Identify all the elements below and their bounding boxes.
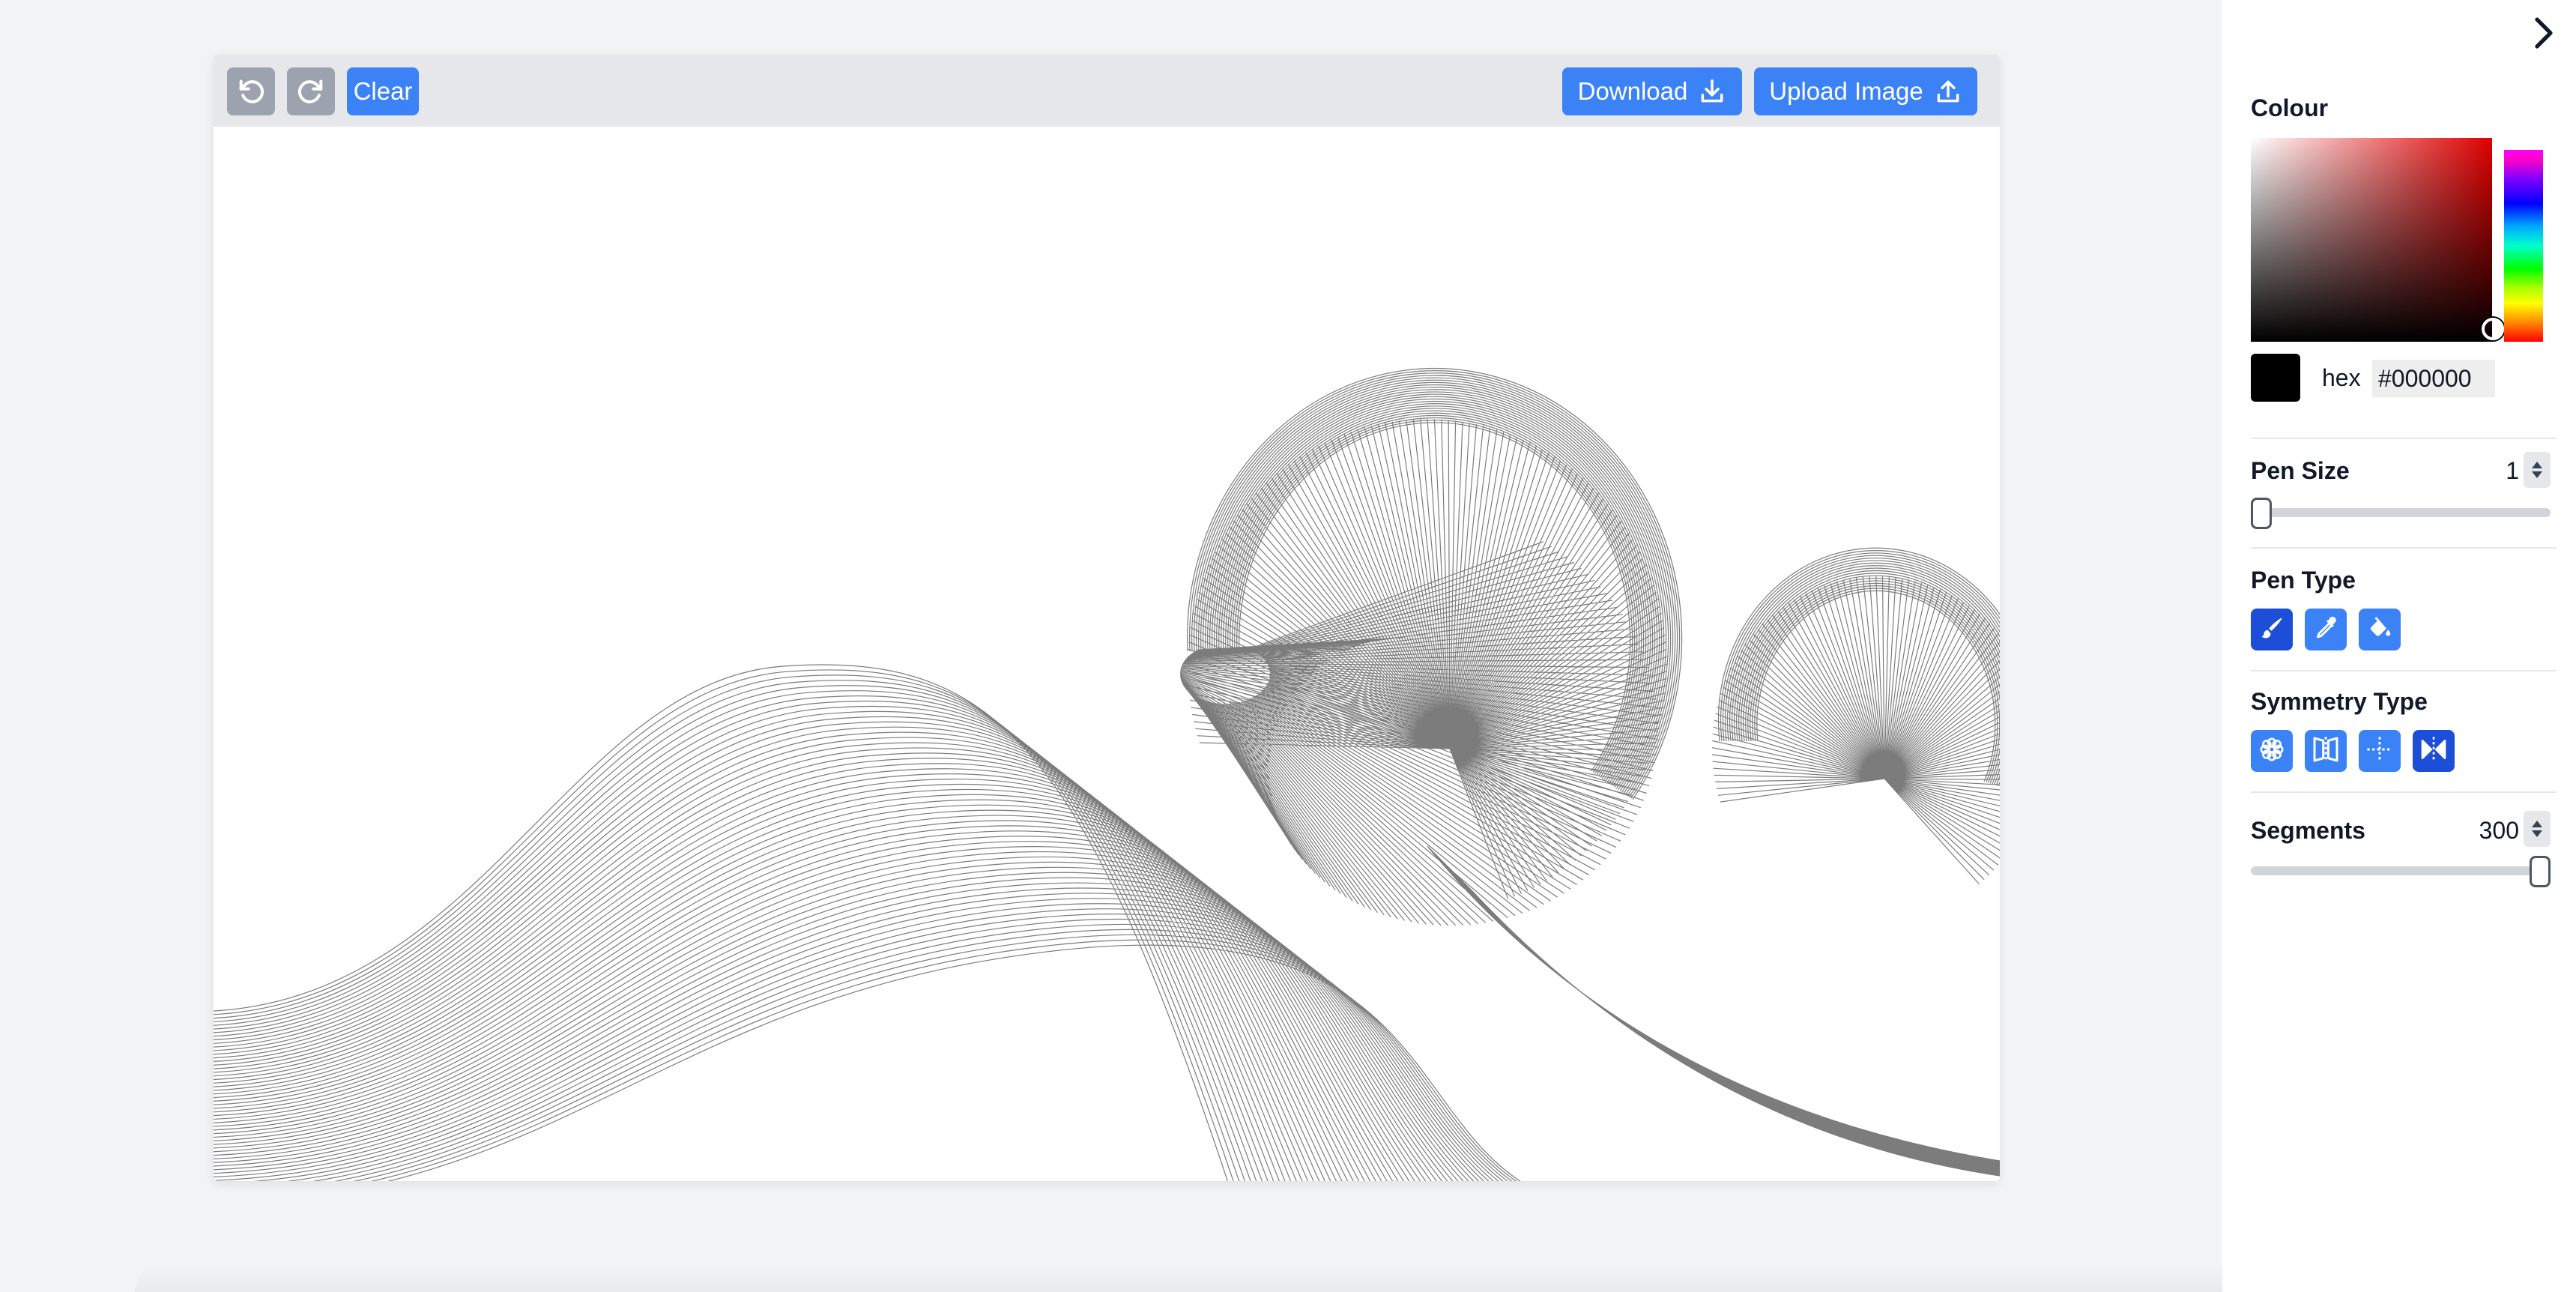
saturation-handle[interactable] [2482,318,2504,340]
undo-icon [236,76,266,106]
pen-type-label: Pen Type [2251,567,2356,594]
pen-size-stepper[interactable] [2524,452,2551,488]
redo-icon [296,76,326,106]
fill-bucket-icon [2366,615,2393,645]
decrement-icon [2532,830,2542,837]
hex-input[interactable] [2372,360,2495,397]
hue-slider[interactable] [2504,150,2543,342]
upload-label: Upload Image [1769,77,1923,105]
app-page: Clear Download Upload Image Colour hex #… [0,0,2576,1292]
pen-size-slider-thumb[interactable] [2251,498,2272,529]
chevron-right-icon [2525,15,2561,55]
pen-type-eyedropper-button[interactable] [2305,609,2347,650]
divider [2251,670,2557,671]
horizontal-mirror-icon [2419,734,2449,768]
increment-icon [2532,821,2542,827]
undo-button[interactable] [227,67,275,115]
pen-size-value[interactable]: 1 [2477,457,2519,485]
divider [2251,438,2557,439]
saturation-picker[interactable] [2251,138,2492,342]
download-label: Download [1577,77,1688,105]
radial-symmetry-icon [2257,734,2287,768]
brush-icon [2258,615,2285,645]
drawing-artwork [214,367,2000,1181]
colour-swatch [2251,354,2300,402]
redo-button[interactable] [287,67,335,115]
symmetry-type-label: Symmetry Type [2251,688,2428,715]
increment-icon [2532,462,2542,468]
segments-stepper[interactable] [2524,811,2551,847]
colour-label: Colour [2251,94,2329,121]
pen-type-brush-button[interactable] [2251,609,2293,650]
segments-slider[interactable] [2251,866,2551,875]
upload-icon [1934,77,1962,106]
pen-type-fill-button[interactable] [2359,609,2401,650]
symmetry-quad-button[interactable] [2359,730,2401,772]
page-floor-shadow [135,1267,2420,1292]
pen-size-slider[interactable] [2251,508,2551,517]
divider [2251,547,2557,549]
decrement-icon [2532,471,2542,478]
symmetry-vertical-button[interactable] [2305,730,2347,772]
drawing-strokes [214,367,2000,1181]
symmetry-horizontal-button[interactable] [2413,730,2455,772]
symmetry-type-tools [2251,730,2455,772]
segments-slider-thumb[interactable] [2530,856,2551,887]
pen-size-label: Pen Size [2251,457,2350,484]
pen-type-tools [2251,609,2401,650]
download-button[interactable]: Download [1562,67,1742,115]
download-icon [1698,77,1726,106]
settings-panel: Colour hex Pen Size 1 Pen Type [2222,0,2576,1292]
clear-button[interactable]: Clear [347,67,419,115]
collapse-panel-button[interactable] [2519,10,2567,58]
hex-label: hex [2322,364,2361,391]
divider [2251,791,2557,793]
segments-label: Segments [2251,817,2365,844]
eyedropper-icon [2312,615,2339,645]
drawing-card: Clear Download Upload Image [214,55,2000,1181]
upload-image-button[interactable]: Upload Image [1754,67,1977,115]
symmetry-radial-button[interactable] [2251,730,2293,772]
canvas-toolbar: Clear Download Upload Image [214,55,2000,127]
drawing-canvas[interactable] [214,127,2000,1181]
vertical-mirror-icon [2311,734,2341,768]
segments-value[interactable]: 300 [2447,817,2519,845]
clear-label: Clear [353,77,413,105]
quad-symmetry-icon [2365,734,2395,768]
